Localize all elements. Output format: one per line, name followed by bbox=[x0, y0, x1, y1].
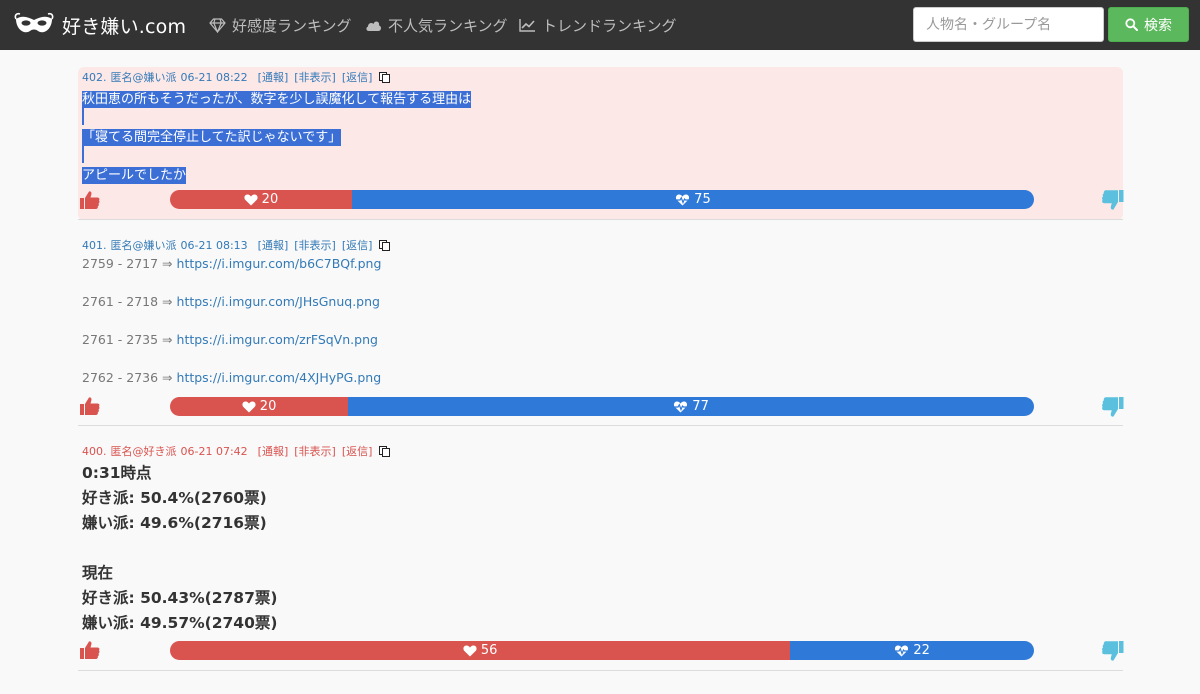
post-author: 匿名@嫌い派 bbox=[110, 239, 177, 252]
thumbs-up-icon[interactable] bbox=[80, 190, 100, 210]
post-body-line: 「寝てる間完全停止してた訳じゃないです」 bbox=[82, 129, 342, 146]
dislike-vote-segment[interactable]: 75 bbox=[351, 190, 1034, 209]
post-body-line: 現在 bbox=[82, 564, 114, 582]
nav-label: 好感度ランキング bbox=[232, 16, 352, 35]
brand-link[interactable]: 好き嫌い.com bbox=[14, 8, 186, 42]
post-body-line: 嫌い派: 49.57%(2740票) bbox=[82, 614, 278, 632]
hide-link[interactable]: [非表示] bbox=[294, 69, 336, 85]
post-body-line: 0:31時点 bbox=[82, 464, 152, 482]
dislike-count: 22 bbox=[913, 643, 930, 658]
nav-trend-ranking[interactable]: トレンドランキング bbox=[519, 13, 677, 37]
heartbeat-icon bbox=[674, 401, 688, 412]
vote-bar: 20 75 bbox=[170, 190, 1034, 209]
report-link[interactable]: [通報] bbox=[258, 69, 289, 85]
post-date: 06-21 08:22 bbox=[180, 70, 248, 84]
like-vote-segment[interactable]: 56 bbox=[170, 641, 791, 660]
image-link[interactable]: https://i.imgur.com/b6C7BQf.png bbox=[177, 256, 382, 271]
navbar: 好き嫌い.com 好感度ランキング 不人気ランキング トレンドランキング 検索 bbox=[0, 0, 1200, 50]
post-body-line: 2762 - 2736 ⇒ https://i.imgur.com/4XJHyP… bbox=[82, 370, 382, 385]
heart-icon bbox=[244, 194, 258, 205]
comment-post: 400. 匿名@好き派 06-21 07:42 [通報] [非表示] [返信] … bbox=[78, 437, 1124, 671]
reply-link[interactable]: [返信] bbox=[342, 443, 373, 459]
report-link[interactable]: [通報] bbox=[258, 237, 289, 253]
vote-bar: 20 77 bbox=[170, 397, 1034, 416]
post-body-line: 秋田恵の所もそうだったが、数字を少し誤魔化して報告する理由は bbox=[82, 91, 472, 108]
comment-post: 402. 匿名@嫌い派 06-21 08:22 [通報] [非表示] [返信] … bbox=[78, 67, 1124, 220]
post-body-line: 嫌い派: 49.6%(2716票) bbox=[82, 514, 267, 532]
heartbeat-icon bbox=[676, 194, 690, 205]
thumbs-down-icon[interactable] bbox=[1102, 189, 1124, 211]
search-icon bbox=[1125, 18, 1138, 31]
post-number: 402. bbox=[82, 70, 107, 84]
reply-link[interactable]: [返信] bbox=[342, 69, 373, 85]
selection-blank-line bbox=[82, 146, 84, 163]
selection-blank-line bbox=[82, 108, 84, 125]
vote-bar: 56 22 bbox=[170, 641, 1034, 660]
post-body-line: アピールでしたか bbox=[82, 167, 187, 184]
like-vote-segment[interactable]: 20 bbox=[170, 397, 349, 416]
post-body-line: 2761 - 2735 ⇒ https://i.imgur.com/zrFSqV… bbox=[82, 332, 378, 347]
post-author: 匿名@好き派 bbox=[110, 445, 177, 458]
dislike-count: 77 bbox=[692, 399, 709, 414]
post-meta: 401. 匿名@嫌い派 06-21 08:13 [通報] [非表示] [返信] bbox=[82, 237, 391, 253]
post-date: 06-21 08:13 bbox=[180, 238, 248, 252]
like-count: 56 bbox=[480, 643, 498, 658]
thumbs-up-icon[interactable] bbox=[80, 640, 100, 660]
post-meta: 400. 匿名@好き派 06-21 07:42 [通報] [非表示] [返信] bbox=[82, 443, 391, 459]
reply-link[interactable]: [返信] bbox=[342, 237, 373, 253]
post-body-line: 2761 - 2718 ⇒ https://i.imgur.com/JHsGnu… bbox=[82, 294, 380, 309]
post-meta: 402. 匿名@嫌い派 06-21 08:22 [通報] [非表示] [返信] bbox=[82, 69, 391, 85]
nav-label: トレンドランキング bbox=[542, 16, 677, 35]
hide-link[interactable]: [非表示] bbox=[294, 237, 336, 253]
like-count: 20 bbox=[261, 192, 279, 207]
post-divider bbox=[78, 670, 1123, 671]
line-chart-icon bbox=[519, 19, 535, 32]
dislike-count: 75 bbox=[694, 192, 711, 207]
nav-unpopular-ranking[interactable]: 不人気ランキング bbox=[365, 13, 508, 37]
like-vote-segment[interactable]: 20 bbox=[170, 190, 352, 209]
image-link[interactable]: https://i.imgur.com/zrFSqVn.png bbox=[177, 332, 378, 347]
dislike-vote-segment[interactable]: 77 bbox=[348, 397, 1034, 416]
post-number: 401. bbox=[82, 238, 107, 252]
search-button[interactable]: 検索 bbox=[1108, 7, 1189, 42]
nav-popularity-ranking[interactable]: 好感度ランキング bbox=[209, 13, 352, 37]
post-body-line: 好き派: 50.43%(2787票) bbox=[82, 589, 278, 607]
post-author: 匿名@嫌い派 bbox=[110, 71, 177, 84]
thumbs-down-icon[interactable] bbox=[1102, 396, 1124, 418]
search-button-label: 検索 bbox=[1144, 17, 1172, 34]
brand-name: 好き嫌い.com bbox=[62, 15, 187, 38]
image-link[interactable]: https://i.imgur.com/4XJHyPG.png bbox=[177, 370, 382, 385]
image-link[interactable]: https://i.imgur.com/JHsGnuq.png bbox=[177, 294, 380, 309]
post-body-line: 2759 - 2717 ⇒ https://i.imgur.com/b6C7BQ… bbox=[82, 256, 382, 271]
post-divider bbox=[78, 425, 1123, 426]
mask-logo-icon bbox=[14, 12, 54, 33]
copy-icon[interactable] bbox=[379, 445, 391, 457]
heartbeat-icon bbox=[895, 645, 909, 656]
thumbs-down-icon[interactable] bbox=[1102, 640, 1124, 662]
cloud-icon bbox=[366, 20, 382, 31]
heart-icon bbox=[463, 645, 477, 656]
post-date: 06-21 07:42 bbox=[180, 444, 248, 458]
heart-icon bbox=[242, 401, 256, 412]
post-divider bbox=[78, 219, 1123, 220]
like-count: 20 bbox=[259, 399, 277, 414]
dislike-vote-segment[interactable]: 22 bbox=[790, 641, 1034, 660]
thumbs-up-icon[interactable] bbox=[80, 396, 100, 416]
post-number: 400. bbox=[82, 444, 107, 458]
diamond-icon bbox=[209, 17, 226, 33]
copy-icon[interactable] bbox=[379, 71, 391, 83]
nav-label: 不人気ランキング bbox=[388, 16, 508, 35]
post-body-line: 好き派: 50.4%(2760票) bbox=[82, 489, 267, 507]
search-input[interactable] bbox=[913, 7, 1104, 42]
report-link[interactable]: [通報] bbox=[258, 443, 289, 459]
hide-link[interactable]: [非表示] bbox=[294, 443, 336, 459]
copy-icon[interactable] bbox=[379, 239, 391, 251]
comment-post: 401. 匿名@嫌い派 06-21 08:13 [通報] [非表示] [返信] … bbox=[78, 231, 1124, 426]
